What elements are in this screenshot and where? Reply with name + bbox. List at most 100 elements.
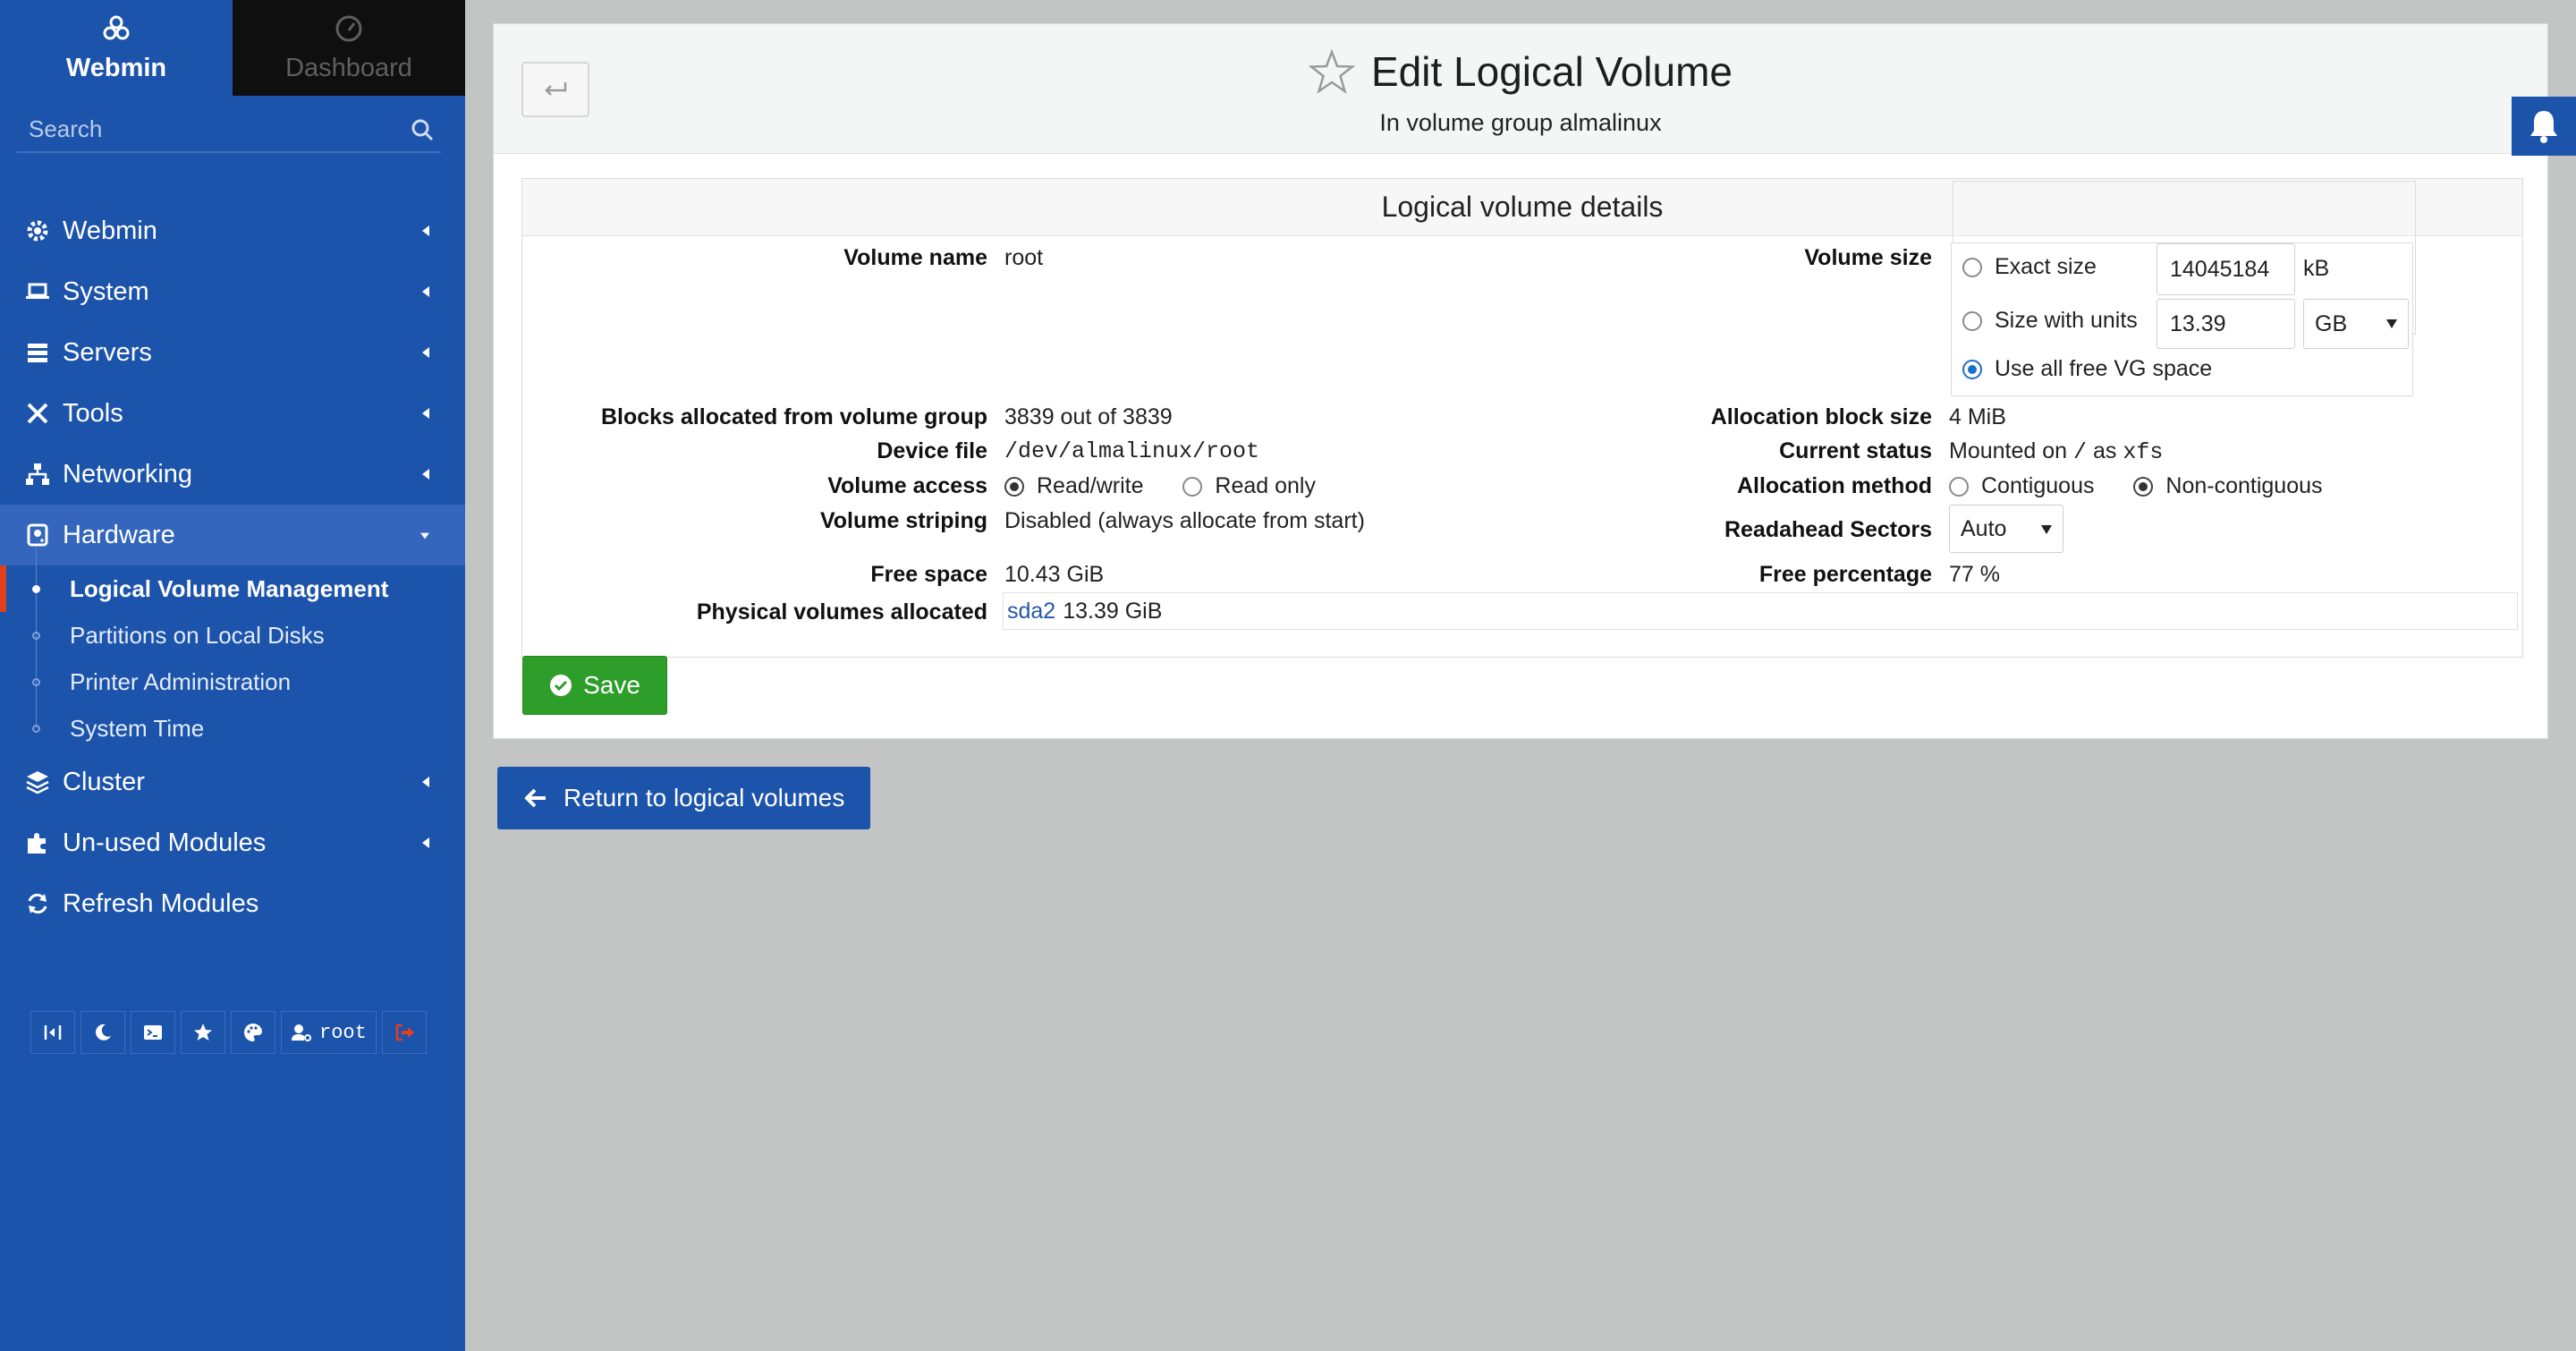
blocks-label: Blocks allocated from volume group: [600, 404, 987, 429]
sidebar-item-tools[interactable]: Tools: [0, 383, 465, 444]
sidebar-item-cluster[interactable]: Cluster: [0, 752, 465, 812]
hard-drive-icon: [27, 523, 48, 547]
logout-icon: [395, 1024, 414, 1041]
size-exact-option: Exact size: [1962, 254, 2097, 280]
save-label: Save: [583, 671, 640, 699]
sidebar-item-system[interactable]: System: [0, 261, 465, 322]
size-unit-select[interactable]: GB: [2303, 299, 2409, 349]
sidebar-item-refresh-modules[interactable]: Refresh Modules: [0, 873, 465, 934]
alloc-block-value: 4 MiB: [1949, 404, 2006, 429]
tab-webmin-label: Webmin: [65, 54, 167, 82]
sidebar-subitem-label: System Time: [70, 714, 205, 742]
return-to-logical-volumes-button[interactable]: Return to logical volumes: [497, 767, 870, 829]
chevron-left-icon: [422, 408, 429, 419]
size-free-radio[interactable]: [1962, 360, 1982, 380]
bell-icon: [2530, 111, 2557, 143]
free-pct-value: 77 %: [1949, 562, 2000, 587]
logout-button[interactable]: [381, 1011, 427, 1054]
terminal-button[interactable]: [131, 1011, 175, 1054]
access-ro-radio[interactable]: [1182, 477, 1203, 497]
bullet-icon: [32, 631, 40, 640]
alloc-contig-radio[interactable]: [1949, 477, 1969, 497]
bullet-icon: [32, 584, 40, 593]
free-space-label: Free space: [870, 562, 987, 587]
sidebar-item-servers[interactable]: Servers: [0, 322, 465, 383]
tree-line: [36, 687, 37, 728]
blocks-value: 3839 out of 3839: [1004, 404, 1173, 429]
access-rw-label: Read/write: [1037, 473, 1144, 498]
alloc-noncontig-radio[interactable]: [2133, 477, 2154, 497]
search-input[interactable]: [16, 106, 441, 153]
search-icon[interactable]: [410, 117, 435, 142]
sidebar-item-label: Refresh Modules: [63, 888, 259, 918]
chevron-left-icon: [422, 777, 429, 787]
sidebar-item-unused-modules[interactable]: Un-used Modules: [0, 812, 465, 873]
sidebar-subitem-printer[interactable]: Printer Administration: [0, 641, 465, 723]
sidebar-item-hardware[interactable]: Hardware: [0, 505, 465, 565]
status-label: Current status: [1779, 438, 1932, 463]
size-exact-radio[interactable]: [1962, 258, 1982, 278]
favorite-star-icon[interactable]: [1308, 49, 1355, 94]
sidebar: Webmin Dashboard Webmin System: [0, 0, 465, 1351]
alloc-method-label: Allocation method: [1736, 473, 1932, 498]
page-header: Edit Logical Volume In volume group alma…: [494, 24, 2547, 154]
arrow-left-icon: [524, 788, 546, 808]
sidebar-item-label: System: [63, 276, 149, 306]
sidebar-subitem-label: Printer Administration: [70, 667, 292, 695]
readahead-select[interactable]: Auto: [1949, 505, 2063, 553]
chevron-left-icon: [422, 286, 429, 297]
night-mode-button[interactable]: [80, 1011, 125, 1054]
sidebar-subitem-label: Logical Volume Management: [70, 574, 389, 602]
terminal-icon: [144, 1025, 162, 1040]
size-units-input[interactable]: 13.39: [2157, 299, 2295, 349]
sidebar-subitem-label: Partitions on Local Disks: [70, 621, 325, 649]
sidebar-subitem-system-time[interactable]: System Time: [0, 687, 465, 752]
notifications-button[interactable]: [2512, 97, 2576, 156]
favorites-button[interactable]: [181, 1011, 225, 1054]
volume-size-label: Volume size: [1804, 245, 1932, 270]
sidebar-subitem-partitions[interactable]: Partitions on Local Disks: [0, 594, 465, 676]
device-value: /dev/almalinux/root: [1004, 438, 1260, 464]
user-button[interactable]: root: [281, 1011, 377, 1054]
dashboard-gauge-icon: [335, 15, 362, 42]
sidebar-item-networking[interactable]: Networking: [0, 444, 465, 505]
star-icon: [194, 1024, 212, 1041]
size-units-value: 13.39: [2170, 310, 2226, 336]
pv-list: sda2 13.39 GiB: [1003, 592, 2518, 630]
sidebar-item-label: Hardware: [63, 520, 175, 549]
exact-size-input[interactable]: 14045184: [2157, 243, 2295, 295]
return-label: Return to logical volumes: [564, 784, 845, 811]
sidebar-subitem-lvm[interactable]: Logical Volume Management: [0, 548, 465, 630]
sidebar-item-webmin[interactable]: Webmin: [0, 200, 465, 261]
pv-link[interactable]: sda2: [1007, 599, 1055, 625]
save-button[interactable]: Save: [522, 656, 667, 715]
access-options: Read/write Read only: [1004, 473, 1316, 499]
tab-webmin[interactable]: Webmin: [0, 0, 233, 96]
gear-icon: [27, 220, 48, 242]
chevron-left-icon: [422, 837, 429, 848]
status-prefix: Mounted on: [1949, 438, 2068, 463]
title-block: Edit Logical Volume In volume group alma…: [494, 47, 2547, 137]
sidebar-tabs: Webmin Dashboard: [0, 0, 465, 96]
sidebar-item-label: Webmin: [63, 216, 157, 245]
access-rw-radio[interactable]: [1004, 477, 1024, 497]
tab-dashboard[interactable]: Dashboard: [233, 0, 465, 96]
page-subtitle: In volume group almalinux: [1379, 109, 1662, 136]
theme-button[interactable]: [231, 1011, 275, 1054]
sidebar-menu: Webmin System Servers Tools Networking H…: [0, 200, 465, 934]
volume-name-value: root: [1004, 245, 1044, 270]
volume-size-box: Exact size 14045184 kB Size with units 1…: [1951, 242, 2413, 396]
chevron-left-icon: [422, 347, 429, 358]
chevron-left-icon: [422, 225, 429, 236]
bullet-icon: [32, 724, 40, 733]
size-units-radio[interactable]: [1962, 311, 1982, 332]
readahead-label: Readahead Sectors: [1724, 517, 1932, 542]
bullet-icon: [32, 677, 40, 686]
dropdown-caret-icon: [2041, 525, 2052, 534]
server-icon: [28, 344, 47, 362]
access-ro-label: Read only: [1215, 473, 1316, 498]
size-free-label: Use all free VG space: [1995, 356, 2213, 381]
collapse-sidebar-button[interactable]: [30, 1011, 75, 1054]
free-pct-label: Free percentage: [1758, 562, 1932, 587]
moon-icon: [96, 1024, 111, 1041]
